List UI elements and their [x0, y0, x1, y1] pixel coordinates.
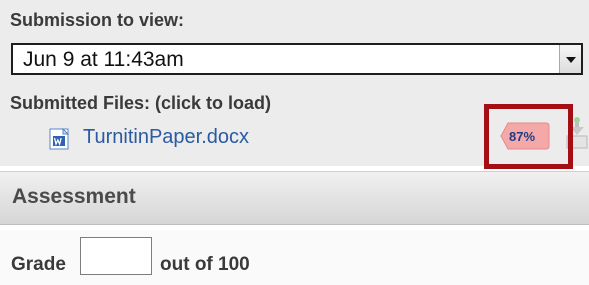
chevron-down-icon: [566, 57, 576, 63]
word-doc-icon: [49, 128, 70, 150]
grade-max-label: out of 100: [160, 254, 250, 275]
assessment-header: Assessment: [0, 171, 589, 225]
submission-select[interactable]: Jun 9 at 11:43am: [11, 43, 583, 75]
dropdown-button[interactable]: [559, 45, 581, 73]
grade-label: Grade: [11, 254, 66, 275]
assessment-title: Assessment: [12, 185, 136, 208]
submission-label: Submission to view:: [10, 10, 185, 30]
submission-select-value: Jun 9 at 11:43am: [23, 48, 184, 71]
grade-row: Grade out of 100: [0, 230, 589, 285]
submitted-files-label: Submitted Files: (click to load): [10, 93, 272, 113]
file-link[interactable]: TurnitinPaper.docx: [83, 126, 249, 149]
grade-input[interactable]: [80, 237, 152, 275]
highlight-box: [484, 104, 573, 169]
